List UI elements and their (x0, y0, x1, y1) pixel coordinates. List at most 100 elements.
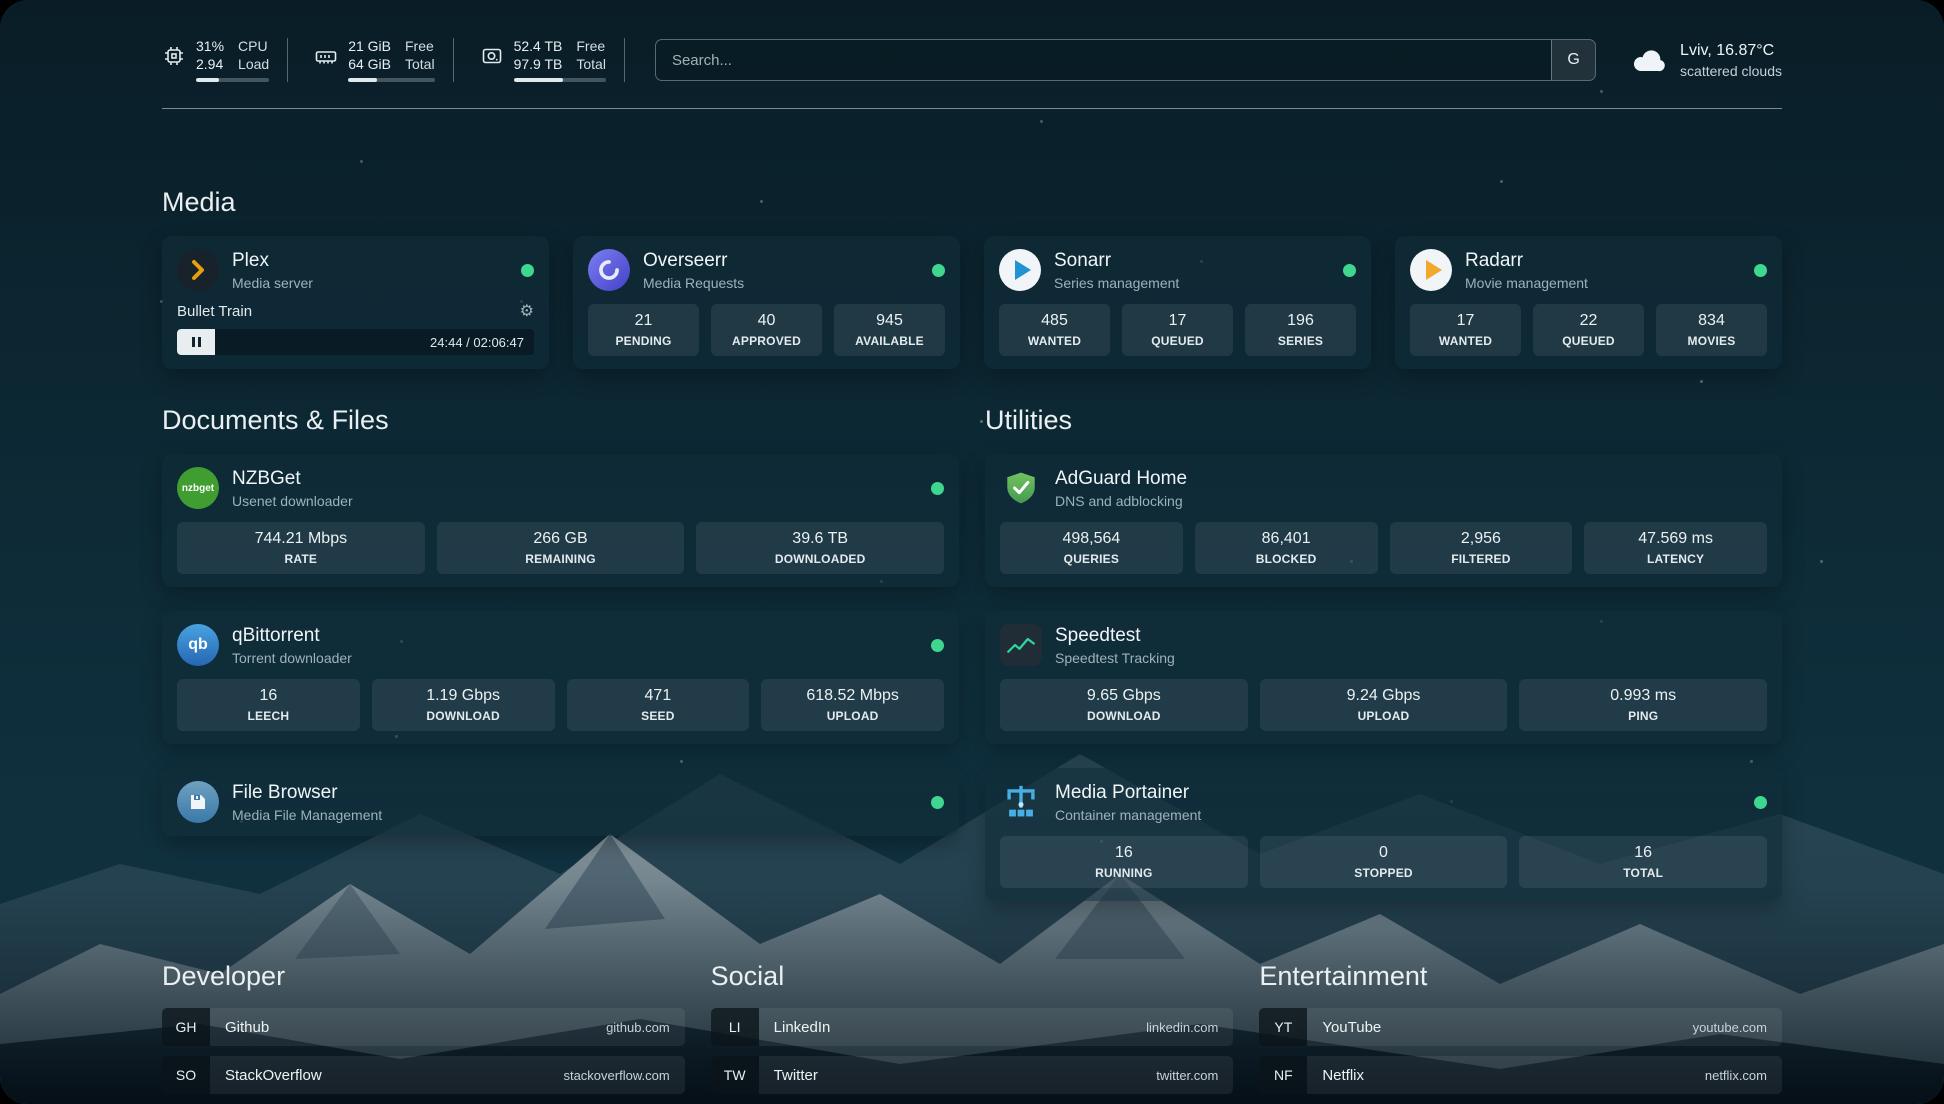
card-subtitle: Media File Management (232, 807, 382, 823)
filebrowser-card[interactable]: File Browser Media File Management (162, 768, 959, 836)
pause-button[interactable] (177, 329, 215, 355)
stat-label: QUERIES (1004, 552, 1179, 566)
stat-label: UPLOAD (1264, 709, 1504, 723)
stats-row: 485WANTED17QUEUED196SERIES (999, 304, 1356, 356)
stat-box: 618.52 MbpsUPLOAD (761, 679, 944, 731)
bookmark-item[interactable]: YTYouTubeyoutube.com (1259, 1008, 1782, 1046)
system-metrics: 31% CPU 2.94 Load 21 GiB Free (162, 38, 625, 82)
gear-icon[interactable]: ⚙ (520, 301, 534, 321)
cpu-load: 2.94 (196, 56, 224, 72)
stats-row: 9.65 GbpsDOWNLOAD9.24 GbpsUPLOAD0.993 ms… (1000, 679, 1767, 731)
filebrowser-icon (177, 781, 219, 823)
stat-value: 39.6 TB (700, 530, 940, 548)
stat-label: FILTERED (1394, 552, 1569, 566)
speedtest-card[interactable]: Speedtest Speedtest Tracking 9.65 GbpsDO… (985, 611, 1782, 744)
card-title: File Browser (232, 782, 382, 804)
bookmark-item[interactable]: NFNetflixnetflix.com (1259, 1056, 1782, 1094)
stat-value: 47.569 ms (1588, 530, 1763, 548)
card-title: Radarr (1465, 250, 1588, 272)
card-title: Overseerr (643, 250, 744, 272)
stat-label: SEED (571, 709, 746, 723)
weather-condition: scattered clouds (1680, 63, 1782, 79)
plex-card[interactable]: Plex Media server Bullet Train ⚙ 24:44 /… (162, 236, 549, 369)
bookmark-item[interactable]: GHGithubgithub.com (162, 1008, 685, 1046)
card-title: Speedtest (1055, 625, 1175, 647)
bookmark-item[interactable]: TWTwittertwitter.com (711, 1056, 1234, 1094)
stat-box: 17WANTED (1410, 304, 1521, 356)
disk-icon (480, 44, 504, 68)
bookmarks-social: Social LILinkedInlinkedin.comTWTwittertw… (711, 961, 1234, 1104)
now-playing-title: Bullet Train (177, 303, 252, 320)
qbittorrent-card[interactable]: qb qBittorrent Torrent downloader 16LEEC… (162, 611, 959, 744)
status-dot (931, 639, 944, 652)
sonarr-card[interactable]: Sonarr Series management 485WANTED17QUEU… (984, 236, 1371, 369)
stat-value: 1.19 Gbps (376, 687, 551, 705)
stat-label: APPROVED (715, 334, 818, 348)
search-input[interactable] (656, 40, 1551, 80)
stat-label: LATENCY (1588, 552, 1763, 566)
documents-column: Documents & Files nzbget NZBGet Usenet d… (162, 405, 959, 901)
stat-value: 21 (592, 312, 695, 330)
adguard-card[interactable]: AdGuard Home DNS and adblocking 498,564Q… (985, 454, 1782, 587)
card-title: Plex (232, 250, 313, 272)
status-dot (1754, 796, 1767, 809)
bookmark-item[interactable]: SOStackOverflowstackoverflow.com (162, 1056, 685, 1094)
status-dot (932, 264, 945, 277)
bookmark-url: stackoverflow.com (548, 1056, 684, 1094)
stat-label: REMAINING (441, 552, 681, 566)
bookmark-url: netflix.com (1690, 1056, 1782, 1094)
stat-box: 86,401BLOCKED (1195, 522, 1378, 574)
stat-value: 498,564 (1004, 530, 1179, 548)
bookmark-list: YTYouTubeyoutube.com NFNetflixnetflix.com… (1259, 1008, 1782, 1104)
stat-value: 9.65 Gbps (1004, 687, 1244, 705)
overseerr-card[interactable]: Overseerr Media Requests 21PENDING40APPR… (573, 236, 960, 369)
stat-label: AVAILABLE (838, 334, 941, 348)
stat-value: 618.52 Mbps (765, 687, 940, 705)
stat-label: RUNNING (1004, 866, 1244, 880)
stat-box: 266 GBREMAINING (437, 522, 685, 574)
bookmark-abbr: LI (711, 1008, 759, 1046)
disk-free-label: Free (576, 38, 606, 54)
bookmark-name: Netflix (1307, 1056, 1690, 1094)
stat-box: 9.24 GbpsUPLOAD (1260, 679, 1508, 731)
stat-box: 2,956FILTERED (1390, 522, 1573, 574)
radarr-card[interactable]: Radarr Movie management 17WANTED22QUEUED… (1395, 236, 1782, 369)
ram-total: 64 GiB (348, 56, 391, 72)
card-title: AdGuard Home (1055, 468, 1187, 490)
stat-box: 471SEED (567, 679, 750, 731)
bookmark-name: YouTube (1307, 1008, 1677, 1046)
stat-label: WANTED (1003, 334, 1106, 348)
stat-label: DOWNLOAD (1004, 709, 1244, 723)
cpu-metric: 31% CPU 2.94 Load (162, 38, 288, 82)
nzbget-card[interactable]: nzbget NZBGet Usenet downloader 744.21 M… (162, 454, 959, 587)
disk-progress-bar (514, 78, 606, 82)
stat-label: PENDING (592, 334, 695, 348)
bookmark-list: GHGithubgithub.com SOStackOverflowstackov… (162, 1008, 685, 1104)
card-subtitle: Torrent downloader (232, 650, 352, 666)
search-engine-button[interactable]: G (1551, 40, 1595, 80)
bookmarks-entertainment: Entertainment YTYouTubeyoutube.comNFNetf… (1259, 961, 1782, 1104)
ram-icon (314, 44, 338, 68)
ram-total-label: Total (405, 56, 435, 72)
stat-label: QUEUED (1537, 334, 1640, 348)
bookmark-name: Twitter (759, 1056, 1142, 1094)
stat-box: 16RUNNING (1000, 836, 1248, 888)
plex-icon (177, 249, 219, 291)
overseerr-icon (588, 249, 630, 291)
bookmark-url: linkedin.com (1131, 1008, 1233, 1046)
card-title: Sonarr (1054, 250, 1179, 272)
disk-total-label: Total (576, 56, 606, 72)
card-subtitle: Media Requests (643, 275, 744, 291)
cpu-load-label: Load (238, 56, 269, 72)
portainer-card[interactable]: Media Portainer Container management 16R… (985, 768, 1782, 901)
card-title: NZBGet (232, 468, 353, 490)
stat-value: 744.21 Mbps (181, 530, 421, 548)
card-title: qBittorrent (232, 625, 352, 647)
stats-row: 16LEECH1.19 GbpsDOWNLOAD471SEED618.52 Mb… (177, 679, 944, 731)
bookmark-item[interactable]: LILinkedInlinkedin.com (711, 1008, 1234, 1046)
bookmark-abbr: NF (1259, 1056, 1307, 1094)
status-dot (1754, 264, 1767, 277)
stat-label: DOWNLOADED (700, 552, 940, 566)
qbittorrent-icon: qb (177, 624, 219, 666)
stat-box: 1.19 GbpsDOWNLOAD (372, 679, 555, 731)
